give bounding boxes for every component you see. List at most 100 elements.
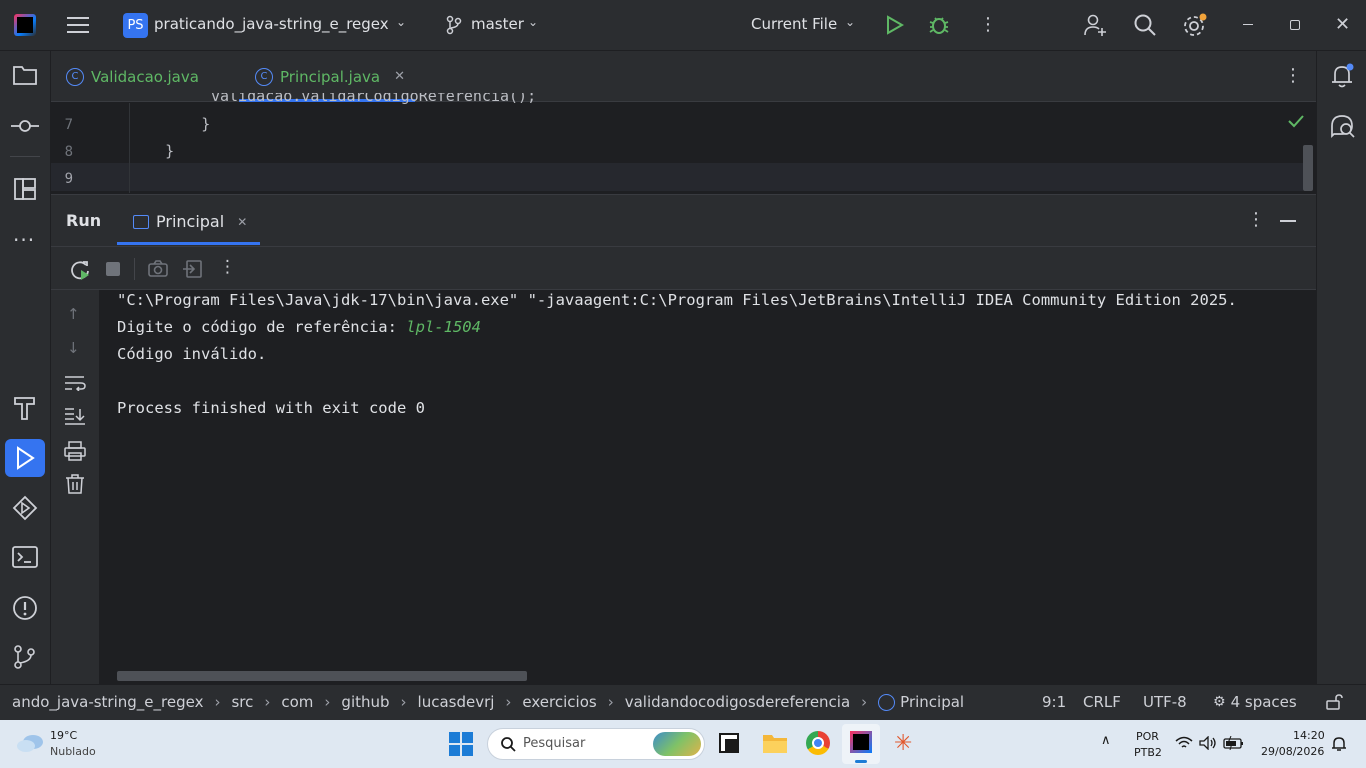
language-indicator-bottom[interactable]: PTB2 [1134,746,1162,759]
close-window-icon[interactable]: ✕ [1335,14,1350,35]
taskbar-intellij-active[interactable] [842,724,880,764]
scroll-down-icon[interactable]: ↓ [67,339,80,357]
soft-wrap-icon[interactable] [64,375,86,395]
chevron-down-icon[interactable]: ⌄ [396,15,406,29]
clock-time[interactable]: 14:20 [1293,729,1325,742]
screenshot-camera-icon[interactable] [148,260,168,282]
code-line[interactable]: } [129,142,174,160]
console-result-line: Código inválido. [117,345,267,363]
console-icon [133,214,149,229]
clear-trash-icon[interactable] [65,474,85,498]
run-icon[interactable] [886,15,905,39]
ai-assistant-icon[interactable] [1329,113,1357,143]
chevron-right-icon: › [607,693,614,711]
console-exit-line: Process finished with exit code 0 [117,399,425,417]
run-tool-button[interactable] [5,439,45,477]
project-name[interactable]: praticando_java-string_e_regex [154,15,389,33]
run-config-selector[interactable]: Current File [751,15,837,33]
console-horizontal-scrollbar[interactable] [117,671,527,681]
rerun-icon[interactable] [69,259,91,285]
scroll-to-end-icon[interactable] [64,407,86,429]
scroll-up-icon[interactable]: ↑ [67,305,80,323]
breadcrumb-item[interactable]: Principal [900,693,964,711]
code-line[interactable]: } [129,115,210,133]
print-icon[interactable] [64,441,86,465]
chevron-right-icon: › [324,693,331,711]
editor-scrollbar[interactable] [1303,145,1313,191]
console-output[interactable]: "C:\Program Files\Java\jdk-17\bin\java.e… [99,290,1316,685]
line-number: 7 [64,117,73,133]
git-icon[interactable] [12,644,38,670]
more-tools-icon[interactable]: ··· [13,228,35,252]
caret-position[interactable]: 9:1 [1042,693,1066,711]
intellij-logo-icon[interactable] [14,14,36,36]
claude-app-icon[interactable]: ✳ [894,731,912,756]
gutter-divider [129,103,130,193]
breadcrumb-item[interactable]: lucasdevrj [418,693,495,711]
close-tab-icon[interactable]: ✕ [394,69,405,84]
wifi-icon[interactable] [1175,735,1193,754]
tab-options-icon[interactable]: ⋮ [1284,65,1302,86]
commit-icon[interactable] [11,117,39,135]
branch-name[interactable]: master [471,15,524,33]
terminal-icon[interactable] [12,545,38,569]
main-menu-icon[interactable] [66,13,90,37]
console-prompt: Digite o código de referência: [117,318,407,336]
run-tab-label: Principal [156,212,225,231]
file-explorer-icon[interactable] [762,732,788,758]
run-tab-principal[interactable]: Principal ✕ [133,212,247,231]
volume-icon[interactable] [1199,735,1217,754]
stop-icon[interactable] [106,262,120,276]
chevron-down-icon[interactable]: ⌄ [845,15,855,29]
tab-validacao[interactable]: C Validacao.java [66,51,199,102]
breadcrumb-item[interactable]: github [341,693,389,711]
breadcrumb-item[interactable]: com [281,693,313,711]
cloudy-weather-icon[interactable] [16,731,46,757]
exit-icon[interactable] [182,260,202,282]
restore-icon[interactable] [1290,20,1300,30]
add-user-icon[interactable] [1083,13,1107,41]
structure-icon[interactable] [13,177,37,201]
project-badge[interactable]: PS [123,13,148,38]
language-indicator-top[interactable]: POR [1136,730,1159,743]
close-run-tab-icon[interactable]: ✕ [237,215,247,229]
code-editor[interactable]: validacao.validarCodigoReferencia(); 7 }… [51,93,1316,193]
indent-setting[interactable]: ⚙ 4 spaces [1213,693,1297,711]
hide-panel-icon[interactable] [1280,220,1296,222]
battery-charging-icon[interactable] [1223,735,1245,754]
unlock-icon[interactable] [1326,694,1344,714]
more-actions-icon[interactable]: ⋮ [979,14,997,35]
clock-date[interactable]: 29/08/2026 [1261,745,1324,758]
divider [51,246,1316,247]
breadcrumb-item[interactable]: validandocodigosdereferencia [625,693,850,711]
line-ending[interactable]: CRLF [1083,693,1121,711]
notifications-bell-icon[interactable] [1330,63,1356,93]
show-hidden-icons-chevron-icon[interactable]: ∧ [1101,733,1111,748]
project-folder-icon[interactable] [12,64,38,86]
problems-icon[interactable] [12,595,38,621]
chevron-down-icon[interactable]: ⌄ [528,15,538,29]
breadcrumb-item[interactable]: ando_java-string_e_regex [12,693,203,711]
notification-center-icon[interactable] [1332,736,1346,756]
services-icon[interactable] [12,495,38,521]
debug-icon[interactable] [928,14,950,40]
file-encoding[interactable]: UTF-8 [1143,693,1187,711]
more-run-actions-icon[interactable]: ⋮ [219,257,236,277]
divider [134,258,135,280]
minimize-icon[interactable] [1243,24,1253,25]
chrome-icon[interactable] [806,731,830,755]
build-hammer-icon[interactable] [12,395,38,421]
branch-icon[interactable] [446,15,462,39]
settings-gear-icon[interactable] [1182,13,1208,43]
search-icon[interactable] [1133,13,1157,41]
taskbar-search-box[interactable]: Pesquisar [487,728,705,760]
windows-start-icon[interactable] [449,732,473,760]
run-options-icon[interactable]: ⋮ [1247,209,1265,230]
task-view-icon[interactable] [719,733,739,753]
current-line-highlight [51,163,1303,191]
breadcrumb-item[interactable]: src [231,693,253,711]
tab-label: Principal.java [280,67,381,86]
temperature: 19°C [50,729,78,742]
breadcrumb-item[interactable]: exercicios [522,693,596,711]
indent-icon: ⚙ [1213,694,1226,710]
